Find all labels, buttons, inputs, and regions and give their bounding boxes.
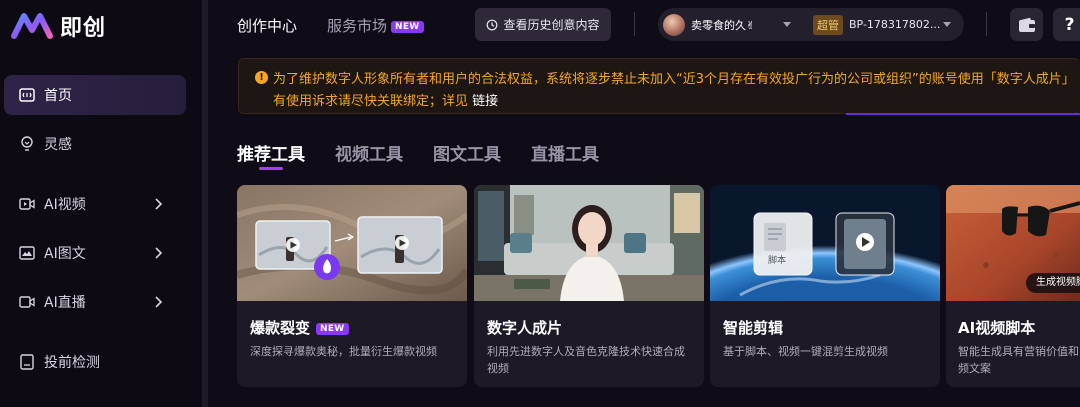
tab-creation-center[interactable]: 创作中心 [237, 15, 297, 36]
card-title: 智能剪辑 [723, 319, 784, 337]
help-button[interactable]: ? [1053, 8, 1080, 41]
thumb-script-label: 脚本 [768, 254, 786, 266]
card-description: 利用先进数字人及音色克隆技术快速合成视频 [487, 345, 685, 375]
logo-mark-icon [11, 13, 53, 39]
tab-label: 推荐工具 [237, 145, 305, 165]
digital-human-image [474, 185, 704, 301]
tab-label: 图文工具 [433, 145, 501, 165]
sidebar-item-ai-video[interactable]: AI视频 [4, 184, 186, 224]
notice-banner: ! 为了维护数字人形象所有者和用户的合法权益，系统将逐步禁止未加入“近3个月存在… [238, 58, 1080, 114]
card-thumbnail [474, 185, 704, 301]
notice-accent-line [846, 113, 1080, 115]
sidebar-item-label: AI直播 [44, 295, 86, 311]
app-logo[interactable]: 即创 [10, 10, 106, 42]
sidebar-item-home[interactable]: 首页 [4, 75, 186, 115]
card-thumbnail: 生成视频脚 [946, 185, 1080, 301]
separator [986, 12, 987, 36]
sidebar-nav: 首页 灵感 AI视频 AI图文 AI直播 投前检测 [0, 74, 202, 382]
sidebar-item-label: AI视频 [44, 197, 86, 213]
card-title: 数字人成片 [487, 319, 563, 337]
wallet-button[interactable] [1010, 8, 1043, 41]
chevron-down-icon[interactable] [783, 22, 791, 27]
lightbulb-icon [18, 135, 36, 153]
sidebar-item-label: 投前检测 [44, 355, 100, 371]
card-title: AI视频脚本 [958, 319, 1036, 337]
tab-live-tools[interactable]: 直播工具 [531, 140, 599, 165]
notice-text: 有使用诉求请尽快关联绑定；详见 [273, 94, 469, 109]
tab-label: 视频工具 [335, 145, 403, 165]
tab-service-market[interactable]: 服务市场 NEW [327, 15, 424, 36]
sidebar-item-label: 首页 [44, 88, 72, 104]
notice-link[interactable]: 链接 [472, 94, 498, 109]
sidebar-divider [202, 0, 208, 407]
wallet-icon [1018, 17, 1035, 32]
live-icon [18, 293, 36, 311]
notice-text-line2: 有使用诉求请尽快关联绑定；详见 链接 [273, 90, 498, 109]
sidebar-item-ai-image[interactable]: AI图文 [4, 233, 186, 273]
view-history-button[interactable]: 查看历史创意内容 [475, 8, 611, 41]
tool-card-ai-video-script[interactable]: 生成视频脚 AI视频脚本 智能生成具有营销价值和频文案 [946, 185, 1080, 387]
tool-card-viral-remix[interactable]: 爆款裂变 NEW 深度探寻爆款奥秘，批量衍生爆款视频 [237, 185, 467, 387]
history-button-label: 查看历史创意内容 [503, 18, 600, 32]
tab-recommended-tools[interactable]: 推荐工具 [237, 140, 305, 165]
chevron-right-icon [155, 198, 163, 210]
card-thumbnail [237, 185, 467, 301]
account-name: 卖零食的久✌ [691, 18, 756, 32]
image-icon [18, 244, 36, 262]
card-description: 基于脚本、视频一键混剪生成视频 [723, 345, 888, 358]
card-thumbnail: 脚本 [710, 185, 940, 301]
chevron-right-icon [155, 247, 163, 259]
home-icon [18, 86, 36, 104]
sidebar-item-label: 灵感 [44, 137, 72, 153]
tab-image-text-tools[interactable]: 图文工具 [433, 140, 501, 165]
card-title: 爆款裂变 NEW [250, 317, 349, 338]
document-check-icon [18, 353, 36, 371]
tab-label: 创作中心 [237, 17, 298, 35]
notice-text-line1: 为了维护数字人形象所有者和用户的合法权益，系统将逐步禁止未加入“近3个月存在有效… [273, 72, 1075, 87]
sidebar-item-ai-live[interactable]: AI直播 [4, 282, 186, 322]
tab-label: 直播工具 [531, 145, 599, 165]
video-icon [18, 195, 36, 213]
warning-icon: ! [255, 71, 268, 84]
earth-scene-image: 脚本 [710, 185, 940, 301]
chevron-down-icon[interactable] [943, 22, 951, 27]
sidebar-item-inspiration[interactable]: 灵感 [4, 124, 186, 164]
vip-badge: 超管 [813, 14, 843, 35]
separator [634, 12, 635, 36]
sidebar: 即创 首页 灵感 AI视频 AI图文 AI直播 投前检测 [0, 0, 202, 407]
chevron-right-icon [155, 296, 163, 308]
history-icon [487, 19, 498, 30]
top-bar: 创作中心 服务市场 NEW 查看历史创意内容 卖零食的久✌ 超管 BP-17831… [208, 0, 1080, 50]
card-description: 深度探寻爆款奥秘，批量衍生爆款视频 [250, 345, 437, 358]
new-badge: NEW [391, 20, 424, 33]
new-badge: NEW [316, 322, 349, 335]
account-switcher[interactable]: 卖零食的久✌ 超管 BP-178317802... [658, 8, 964, 41]
logo-text: 即创 [60, 16, 107, 41]
generate-video-script-tag[interactable]: 生成视频脚 [1026, 273, 1080, 293]
tool-card-digital-human-video[interactable]: 数字人成片 利用先进数字人及音色克隆技术快速合成视频 [474, 185, 704, 387]
sand-scene-image [237, 185, 467, 301]
help-icon: ? [1064, 14, 1075, 35]
active-tab-indicator [259, 167, 283, 170]
avatar [663, 13, 685, 36]
card-title-text: 爆款裂变 [250, 319, 311, 337]
tool-card-smart-editing[interactable]: 脚本 智能剪辑 基于脚本、视频一键混剪生成视频 [710, 185, 940, 387]
bp-account-id: BP-178317802... [849, 18, 941, 31]
card-description: 智能生成具有营销价值和频文案 [958, 345, 1079, 375]
tab-label: 服务市场 [327, 17, 388, 35]
sidebar-item-label: AI图文 [44, 246, 86, 262]
sidebar-item-pre-launch-check[interactable]: 投前检测 [4, 342, 186, 382]
tab-video-tools[interactable]: 视频工具 [335, 140, 403, 165]
